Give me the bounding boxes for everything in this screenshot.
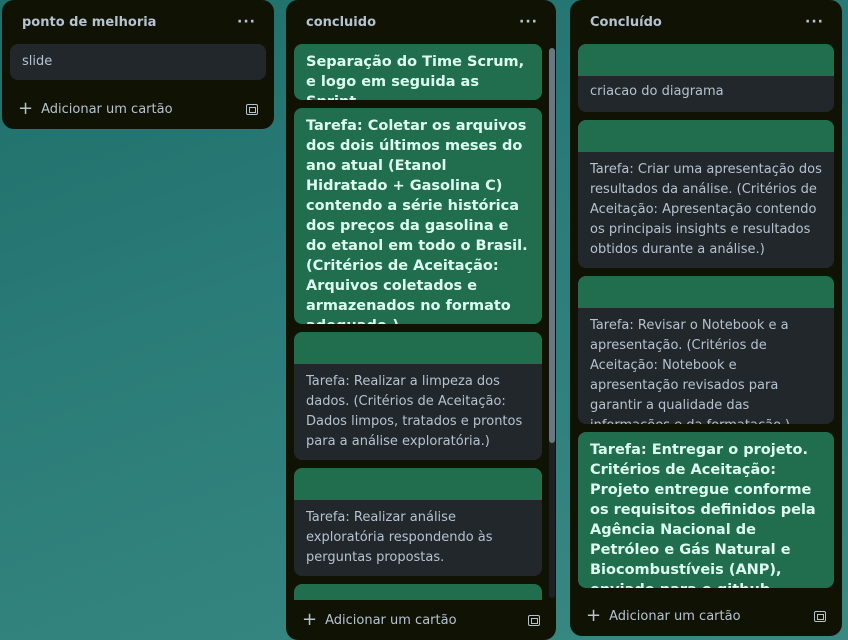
card[interactable]: Tarefa: Coletar os arquivos dos dois últ… (294, 108, 542, 324)
card-text: Tarefa: Revisar o Notebook e a apresenta… (590, 318, 790, 424)
card-text: Tarefa: Realizar análise exploratória re… (306, 510, 493, 565)
add-card-label: Adicionar um cartão (609, 608, 741, 624)
card-cover (294, 468, 542, 500)
scrollbar-thumb[interactable] (549, 48, 555, 443)
card-text: Separação do Time Scrum, e logo em segui… (306, 54, 525, 100)
card-text: Tarefa: Entregar o projeto. Critérios de… (590, 442, 816, 588)
card[interactable]: Separação do Time Scrum, e logo em segui… (294, 44, 542, 100)
card-template-icon[interactable] (246, 103, 258, 115)
card[interactable]: Tarefa: Revisar o Notebook e a apresenta… (578, 276, 834, 424)
card-template-icon[interactable] (528, 614, 540, 626)
add-card-label: Adicionar um cartão (325, 612, 457, 628)
list-menu-icon[interactable]: ··· (515, 14, 542, 30)
card[interactable]: criacao do diagrama (578, 44, 834, 112)
add-card-row: + Adicionar um cartão (294, 600, 548, 640)
card[interactable]: Tarefa: Criar uma apresentação dos resul… (578, 120, 834, 268)
card-text: Tarefa: Realizar a limpeza dos dados. (C… (306, 374, 523, 449)
list-title[interactable]: ponto de melhoria (22, 15, 156, 30)
list-title[interactable]: Concluído (590, 15, 662, 30)
card[interactable]: Tarefa: Realizar análise exploratória re… (294, 468, 542, 576)
card[interactable]: Tarefa: Entregar o projeto. Critérios de… (578, 432, 834, 588)
add-card-row: + Adicionar um cartão (10, 88, 266, 128)
plus-icon: + (302, 609, 318, 630)
card-text: criacao do diagrama (590, 84, 724, 99)
card-cover (294, 332, 542, 364)
add-card-button[interactable]: + Adicionar um cartão (18, 100, 173, 118)
list-concluido: concluido ··· Separação do Time Scrum, e… (286, 0, 556, 640)
list-concluido-2: Concluído ··· criacao do diagrama Tarefa… (570, 0, 842, 636)
card-list[interactable]: Separação do Time Scrum, e logo em segui… (294, 44, 542, 600)
plus-icon: + (18, 98, 34, 119)
list-header: concluido ··· (294, 0, 548, 44)
add-card-button[interactable]: + Adicionar um cartão (302, 611, 457, 629)
add-card-row: + Adicionar um cartão (578, 596, 834, 636)
card-partial[interactable] (294, 584, 542, 600)
list-ponto-de-melhoria: ponto de melhoria ··· slide + Adicionar … (2, 0, 274, 129)
scrollbar[interactable] (549, 48, 555, 598)
card-cover (578, 44, 834, 76)
list-header: Concluído ··· (578, 0, 834, 44)
card-cover (578, 276, 834, 308)
list-header: ponto de melhoria ··· (10, 0, 266, 44)
plus-icon: + (586, 605, 602, 626)
add-card-button[interactable]: + Adicionar um cartão (586, 607, 741, 625)
card-text: Tarefa: Coletar os arquivos dos dois últ… (306, 118, 528, 324)
list-title[interactable]: concluido (306, 15, 376, 30)
card-template-icon[interactable] (814, 610, 826, 622)
add-card-label: Adicionar um cartão (41, 101, 173, 117)
list-menu-icon[interactable]: ··· (233, 14, 260, 30)
card[interactable]: slide (10, 44, 266, 80)
card-text: slide (22, 54, 53, 69)
card-text: Tarefa: Criar uma apresentação dos resul… (590, 162, 822, 257)
card-cover (578, 120, 834, 152)
card[interactable]: Tarefa: Realizar a limpeza dos dados. (C… (294, 332, 542, 460)
list-menu-icon[interactable]: ··· (801, 14, 828, 30)
